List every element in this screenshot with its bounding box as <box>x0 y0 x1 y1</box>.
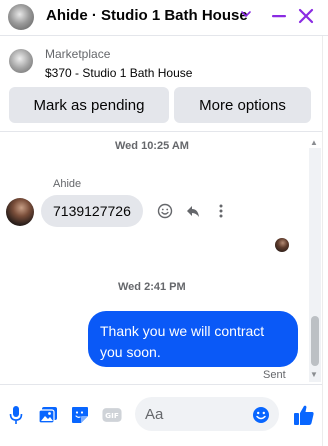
close-icon <box>298 8 314 24</box>
more-actions-button[interactable] <box>212 202 230 220</box>
composer: GIF <box>0 384 328 446</box>
emoji-button[interactable] <box>251 405 271 425</box>
seen-avatar <box>275 238 289 252</box>
microphone-icon <box>9 406 23 424</box>
timestamp: Wed 10:25 AM <box>115 140 189 152</box>
smiley-icon <box>157 203 173 219</box>
svg-text:GIF: GIF <box>105 411 119 420</box>
emoji-icon <box>253 407 269 423</box>
window-edge <box>322 36 328 446</box>
more-options-button[interactable]: More options <box>174 87 311 123</box>
sticker-button[interactable] <box>70 405 90 425</box>
react-button[interactable] <box>156 202 174 220</box>
marketplace-label: Marketplace <box>45 47 111 61</box>
more-vertical-icon <box>219 204 223 218</box>
reply-icon <box>187 206 199 217</box>
chat-header: Ahide · Studio 1 Bath House <box>0 0 328 36</box>
mark-as-pending-button[interactable]: Mark as pending <box>9 87 169 123</box>
gif-icon: GIF <box>102 408 122 422</box>
sender-name: Ahide <box>53 178 82 190</box>
minimize-button[interactable] <box>267 4 291 28</box>
minimize-icon <box>272 15 286 18</box>
photo-icon <box>38 407 57 424</box>
scroll-down-icon[interactable]: ▼ <box>310 370 318 379</box>
close-button[interactable] <box>294 4 318 28</box>
scrollbar[interactable] <box>309 148 321 382</box>
chat-title[interactable]: Ahide · Studio 1 Bath House <box>46 7 248 24</box>
attach-photo-button[interactable] <box>38 405 58 425</box>
gif-button[interactable]: GIF <box>102 405 122 425</box>
thumbs-up-icon <box>294 405 314 425</box>
scrollbar-thumb[interactable] <box>311 316 319 366</box>
avatar[interactable] <box>6 198 34 226</box>
voice-clip-button[interactable] <box>6 405 26 425</box>
scroll-up-icon[interactable]: ▲ <box>310 138 318 147</box>
timestamp: Wed 2:41 PM <box>118 281 186 293</box>
outgoing-message[interactable]: Thank you we will contract you soon. <box>88 311 298 367</box>
listing-thumbnail[interactable] <box>9 49 33 73</box>
message-status: Sent <box>263 369 286 381</box>
product-avatar[interactable] <box>8 4 34 30</box>
marketplace-panel: Marketplace $370 - Studio 1 Bath House M… <box>0 36 328 132</box>
chevron-down-icon[interactable] <box>239 7 253 21</box>
sticker-icon <box>72 407 88 423</box>
incoming-message[interactable]: 7139127726 <box>41 195 143 227</box>
listing-title[interactable]: $370 - Studio 1 Bath House <box>45 66 192 80</box>
like-button[interactable] <box>292 405 316 425</box>
reply-button[interactable] <box>184 202 202 220</box>
